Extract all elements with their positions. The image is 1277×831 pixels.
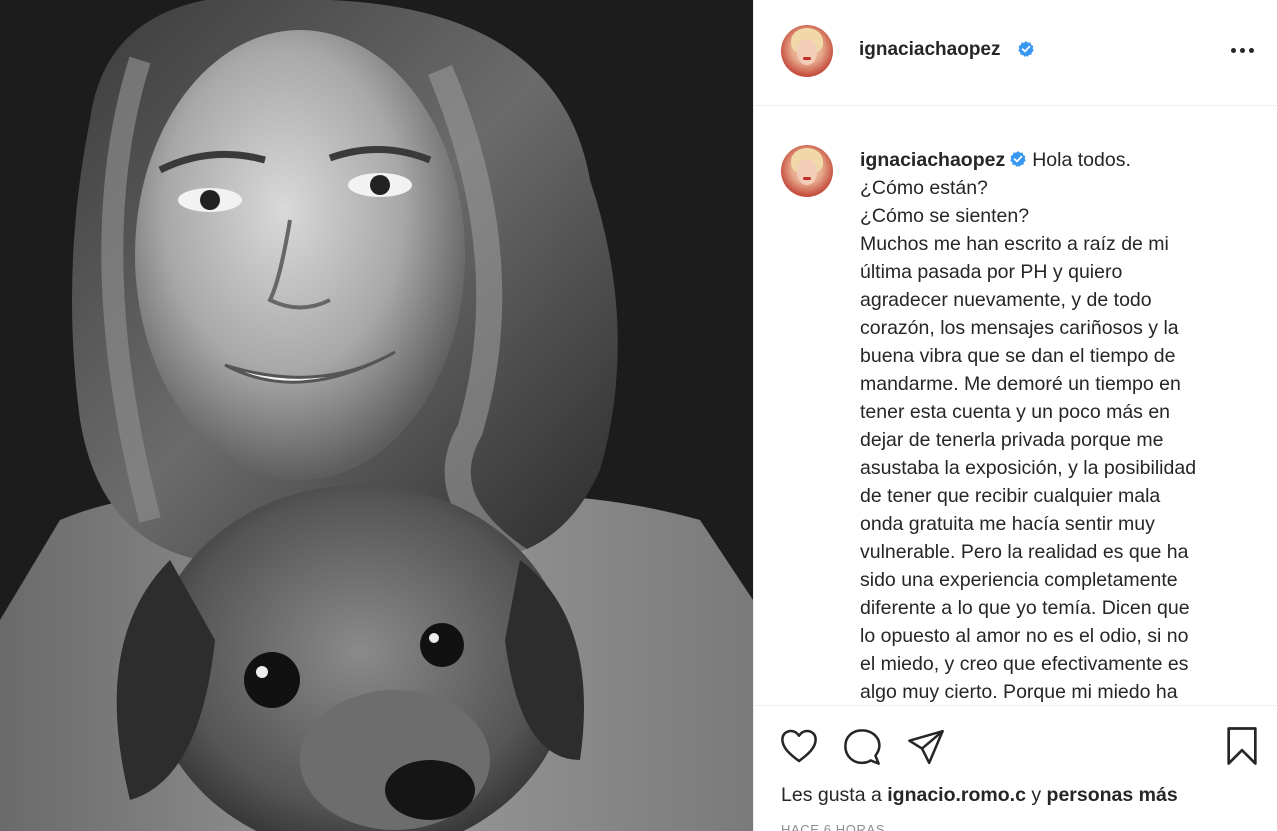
caption-line: mandarme. Me demoré un tiempo en (860, 373, 1181, 395)
caption-line: sido una experiencia completamente (860, 569, 1178, 591)
caption-line: Muchos me han escrito a raíz de mi (860, 233, 1169, 255)
caption-line: asustaba la exposición, y la posibilidad (860, 457, 1197, 479)
caption-line: algo muy cierto. Porque mi miedo ha (860, 681, 1178, 703)
post-detail-panel: ignaciachaopez ignaciachaopez Hola todos… (753, 0, 1277, 831)
caption-line: ¿Cómo están? (860, 177, 988, 199)
caption-section: ignaciachaopez Hola todos. ¿Cómo están? … (754, 107, 1277, 705)
caption-line: agradecer nuevamente, y de todo (860, 289, 1152, 311)
caption-line: diferente a lo que yo temía. Dicen que (860, 597, 1190, 619)
likes-others-link[interactable]: personas más (1047, 784, 1178, 806)
caption-line: el miedo, y creo que efectivamente es (860, 653, 1189, 675)
photo-illustration (0, 0, 753, 831)
caption-author-avatar[interactable] (781, 145, 833, 197)
author-username[interactable]: ignaciachaopez (859, 39, 1001, 61)
bookmark-icon[interactable] (1225, 726, 1259, 766)
caption-first-line: ignaciachaopez Hola todos. (860, 146, 1252, 174)
caption-line: corazón, los mensajes cariñosos y la (860, 317, 1179, 339)
caption-line: buena vibra que se dan el tiempo de (860, 345, 1176, 367)
paper-plane-icon[interactable] (907, 728, 945, 766)
likes-summary: Les gusta a ignacio.romo.c y personas má… (781, 784, 1178, 807)
post-timestamp[interactable]: HACE 6 HORAS (781, 822, 885, 831)
likes-prefix: Les gusta a (781, 784, 888, 806)
liked-by-user-link[interactable]: ignacio.romo.c (887, 784, 1026, 806)
post-photo[interactable] (0, 0, 753, 831)
post-actions: Les gusta a ignacio.romo.c y personas má… (754, 705, 1277, 831)
caption-line: lo opuesto al amor no es el odio, si no (860, 625, 1189, 647)
caption-line: onda gratuita me hacía sentir muy (860, 513, 1155, 535)
caption-line: vulnerable. Pero la realidad es que ha (860, 541, 1189, 563)
author-avatar[interactable] (781, 25, 833, 77)
caption-line: Hola todos. (1032, 149, 1131, 171)
comment-icon[interactable] (843, 728, 881, 766)
likes-middle: y (1025, 784, 1047, 806)
more-horizontal-icon[interactable] (1230, 48, 1256, 56)
caption-line: de tener que recibir cualquier mala (860, 485, 1161, 507)
caption-line: tener esta cuenta y un poco más en (860, 401, 1171, 423)
caption-line: última pasada por PH y quiero (860, 261, 1123, 283)
caption-username[interactable]: ignaciachaopez (860, 149, 1005, 171)
caption-line: ¿Cómo se sienten? (860, 205, 1030, 227)
caption-text: ignaciachaopez Hola todos. ¿Cómo están? … (860, 146, 1252, 705)
verified-badge-icon (1018, 41, 1034, 57)
post-header: ignaciachaopez (754, 0, 1277, 106)
verified-badge-icon (1010, 151, 1026, 167)
heart-icon[interactable] (780, 728, 818, 764)
caption-line: dejar de tenerla privada porque me (860, 429, 1164, 451)
